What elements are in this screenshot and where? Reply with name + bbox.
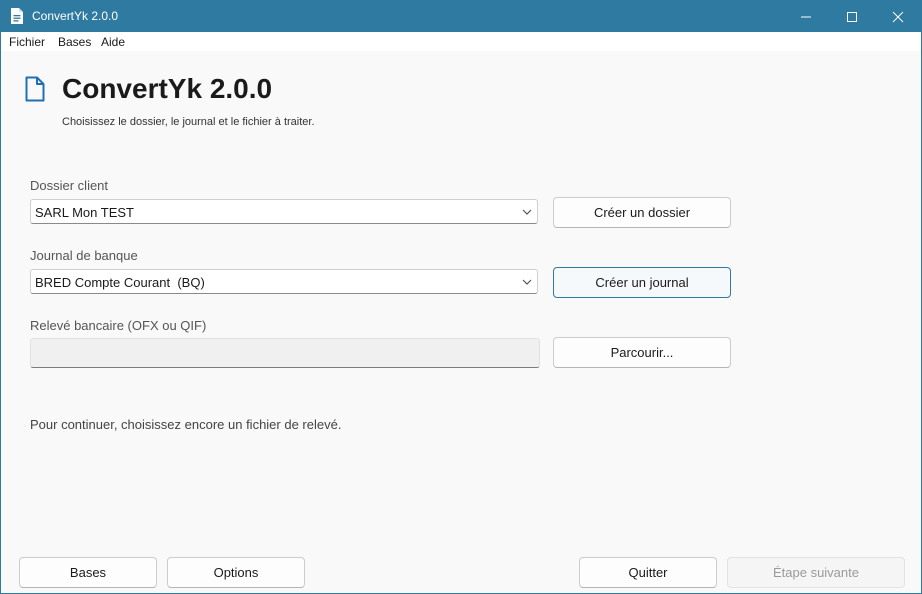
journal-select[interactable]: BRED Compte Courant (BQ) [30,269,538,294]
create-dossier-button[interactable]: Créer un dossier [553,197,731,228]
dossier-select-value: SARL Mon TEST [35,205,134,220]
chevron-down-icon [522,279,532,285]
releve-file-field[interactable] [30,338,540,368]
page-subtitle: Choisissez le dossier, le journal et le … [62,116,315,128]
main-content: ConvertYk 2.0.0 Choisissez le dossier, l… [1,51,921,593]
app-document-icon [11,8,23,24]
document-outline-icon [25,76,45,102]
create-journal-button[interactable]: Créer un journal [553,267,731,298]
dossier-label: Dossier client [30,178,109,193]
close-button[interactable] [875,1,921,32]
close-icon [892,11,904,22]
quit-button[interactable]: Quitter [579,557,717,588]
minimize-icon [801,16,811,17]
next-step-button[interactable]: Étape suivante [727,557,905,588]
menu-aide[interactable]: Aide [101,35,125,49]
page-title: ConvertYk 2.0.0 [62,73,273,104]
window-title: ConvertYk 2.0.0 [32,9,119,23]
app-window: ConvertYk 2.0.0 Fichier Bases Aide Conve… [0,0,922,594]
options-button[interactable]: Options [167,557,305,588]
browse-button[interactable]: Parcourir... [553,337,731,368]
journal-label: Journal de banque [30,248,138,263]
menu-bar: Fichier Bases Aide [1,32,921,51]
releve-label: Relevé bancaire (OFX ou QIF) [30,318,207,333]
maximize-button[interactable] [829,1,875,32]
maximize-icon [847,11,857,22]
chevron-down-icon [522,209,532,215]
journal-select-value: BRED Compte Courant (BQ) [35,275,205,290]
menu-bases[interactable]: Bases [58,35,91,49]
status-message: Pour continuer, choisissez encore un fic… [30,417,342,432]
minimize-button[interactable] [783,1,829,32]
bases-button[interactable]: Bases [19,557,157,588]
menu-fichier[interactable]: Fichier [9,35,45,49]
dossier-select[interactable]: SARL Mon TEST [30,199,538,224]
title-bar[interactable]: ConvertYk 2.0.0 [1,1,921,32]
